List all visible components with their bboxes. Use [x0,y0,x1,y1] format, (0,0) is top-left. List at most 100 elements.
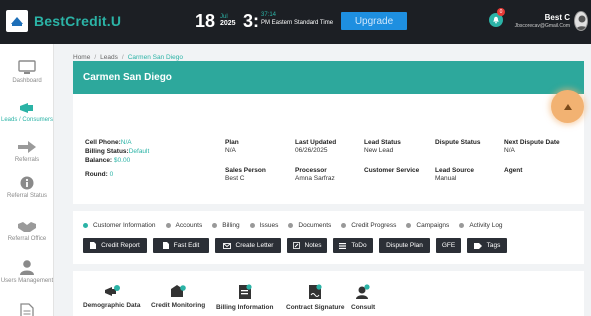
balance-field: Balance: $0.00 [85,157,131,164]
user-icon [20,260,34,275]
file-icon [90,242,97,249]
upgrade-button[interactable]: Upgrade [341,12,407,30]
tab-dot [249,223,255,228]
lead-header-banner: Carmen San Diego [73,61,584,94]
tab-dot [288,223,294,228]
tab-documents[interactable]: Documents [288,222,331,229]
tabs-card: Customer Information Accounts Billing Is… [73,211,584,264]
plan-value: N/A [225,147,236,154]
tab-accounts[interactable]: Accounts [165,222,202,229]
user-name[interactable]: Best C [510,13,570,22]
dispute-plan-button[interactable]: Dispute Plan [379,238,430,253]
breadcrumb-leads[interactable]: Leads [100,54,118,61]
logo-icon [11,17,23,26]
billing-status-field: Billing Status:Default [85,148,150,155]
create-letter-button[interactable]: Create Letter [215,238,281,253]
sales-person-value: Best C [225,175,245,182]
round-value: 0 [109,171,114,178]
sidebar-item-label: Leads / Consumers [0,117,54,123]
brand-name[interactable]: BestCredit.U [34,13,121,29]
top-bar: BestCredit.U 18 Jul 2025 3: 37:14 PM Eas… [0,0,591,44]
credit-report-button[interactable]: Credit Report [83,238,147,253]
sidebar-item-label: Users Management [0,278,54,284]
avatar[interactable] [574,11,588,31]
cell-phone-value[interactable]: N/A [121,139,132,146]
tab-dot [406,223,412,228]
notification-badge: 0 [497,8,505,16]
breadcrumb: Home / Leads / Carmen San Diego [73,54,183,61]
tab-activity-log[interactable]: Activity Log [459,222,503,229]
tags-button[interactable]: Tags [467,238,507,253]
sidebar-item-referral-status[interactable]: Referral Status [0,176,54,200]
tab-dot [212,223,218,228]
todo-button[interactable]: ToDo [333,238,373,253]
gfe-button[interactable]: GFE [436,238,461,253]
tab-billing[interactable]: Billing [212,222,240,229]
sidebar-item-documents[interactable] [0,303,54,316]
consult-icon [356,284,370,299]
time-minute: 37:14 [261,12,277,18]
credit-monitoring-link[interactable]: Credit Monitoring [151,284,205,309]
credit-monitoring-icon [171,285,186,297]
sidebar-item-label: Dashboard [12,78,42,84]
date-day: 18 [195,11,216,31]
tab-campaigns[interactable]: Campaigns [406,222,449,229]
contract-signature-link[interactable]: Contract Signature [286,284,345,311]
caret-up-icon [563,103,572,110]
tab-issues[interactable]: Issues [249,222,278,229]
time-zone: PM Eastern Standard Time [261,20,334,26]
tab-dot [83,223,88,228]
next-dispute-date-value: N/A [504,147,515,154]
tab-dot [459,223,465,228]
lead-source-field: Lead Source Manual [435,167,475,182]
billing-status-value[interactable]: Default [129,148,150,155]
lead-status-value: New Lead [364,147,394,154]
handshake-icon [18,222,36,232]
tab-credit-progress[interactable]: Credit Progress [341,222,396,229]
info-icon [20,176,34,190]
avatar-icon [576,15,587,30]
collapse-toggle-button[interactable] [551,90,584,123]
processor-value: Amna Sarfraz [295,175,335,182]
dispute-status-field: Dispute Status [435,139,481,146]
sidebar-item-referrals[interactable]: Referrals [0,140,54,164]
notes-button[interactable]: Notes [287,238,327,253]
breadcrumb-current: Carmen San Diego [127,54,183,61]
monitor-icon [18,60,36,74]
sidebar-item-label: Referrals [14,157,40,163]
agent-field: Agent [504,167,523,174]
sidebar-item-label: Referral Status [6,193,48,199]
balance-value: $0.00 [113,157,131,164]
breadcrumb-home[interactable]: Home [73,54,90,61]
time-hour: 3: [243,11,260,31]
processor-field: Processor Amna Sarfraz [295,167,335,182]
logo[interactable] [6,10,28,32]
arrow-right-icon [18,141,36,153]
action-buttons: Credit Report Fast Edit Create Letter No… [83,238,513,253]
list-icon [339,242,347,249]
tab-customer-information[interactable]: Customer Information [83,222,156,229]
tab-bar: Customer Information Accounts Billing Is… [83,222,513,229]
megaphone-icon [20,103,33,113]
sidebar-item-referral-office[interactable]: Referral Office [0,221,54,243]
tab-dot [165,223,171,228]
demographic-data-link[interactable]: Demographic Data [83,284,140,309]
sidebar-item-dashboard[interactable]: Dashboard [0,60,54,85]
quick-links-card: Demographic Data Credit Monitoring Billi… [73,271,584,316]
customer-service-field: Customer Service [364,167,420,174]
user-email: Jbscorecav@Gmail.Com [514,23,570,29]
bell-icon [493,16,499,24]
sidebar-item-label: Referral Office [7,236,47,242]
page-title: Carmen San Diego [83,72,172,83]
consult-link[interactable]: Consult [351,284,375,311]
next-dispute-date-field: Next Dispute Date N/A [504,139,560,154]
sidebar-item-users-management[interactable]: Users Management [0,259,54,285]
billing-information-link[interactable]: Billing Information [216,284,273,311]
demographic-icon [104,285,120,296]
lead-status-field: Lead Status New Lead [364,139,401,154]
tag-icon [473,242,482,249]
fast-edit-button[interactable]: Fast Edit [153,238,209,253]
document-icon [20,303,34,316]
file-icon [162,242,169,249]
sidebar-item-leads[interactable]: Leads / Consumers [0,102,54,124]
